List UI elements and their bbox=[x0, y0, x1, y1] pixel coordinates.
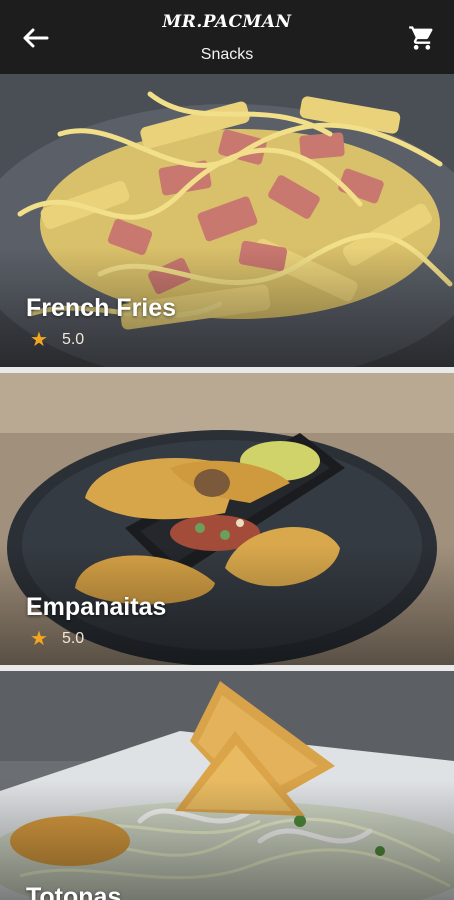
star-icon: ★ bbox=[30, 628, 48, 650]
item-name: French Fries bbox=[26, 294, 177, 322]
app-bar: MR.PACMAN Snacks bbox=[0, 0, 454, 74]
item-name: Empanaitas bbox=[26, 593, 167, 621]
menu-card-totonas[interactable]: Totonas bbox=[0, 671, 454, 900]
rating-value: 5.0 bbox=[61, 630, 85, 647]
menu-card-french-fries[interactable]: French Fries ★ 5.0 bbox=[0, 74, 454, 367]
item-rating: ★ 5.0 bbox=[30, 629, 84, 649]
page-title: Snacks bbox=[200, 46, 254, 63]
card-overlay bbox=[0, 780, 454, 900]
star-icon: ★ bbox=[30, 329, 48, 351]
brand-logo: MR.PACMAN bbox=[162, 12, 292, 32]
menu-card-empanaitas[interactable]: Empanaitas ★ 5.0 bbox=[0, 373, 454, 665]
item-rating: ★ 5.0 bbox=[30, 330, 84, 350]
shopping-cart-icon bbox=[409, 26, 433, 50]
item-name: Totonas bbox=[26, 883, 122, 900]
cart-button[interactable] bbox=[404, 22, 440, 54]
rating-value: 5.0 bbox=[61, 331, 85, 348]
